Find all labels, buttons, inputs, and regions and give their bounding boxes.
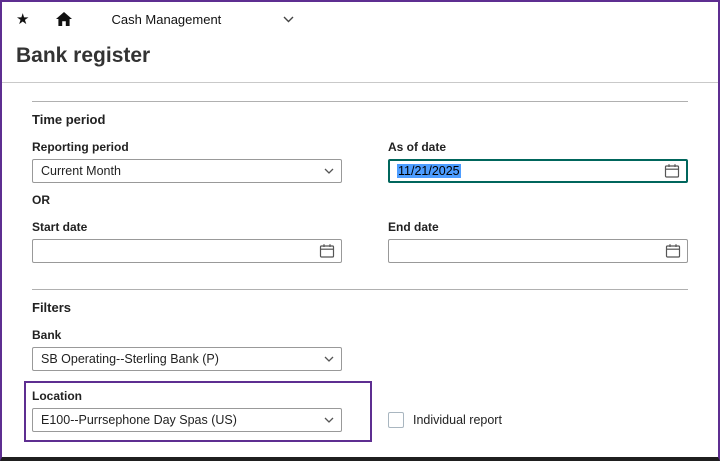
end-date-field: End date bbox=[388, 207, 688, 263]
application-menu-label: Cash Management bbox=[111, 12, 221, 27]
location-value: E100--Purrsephone Day Spas (US) bbox=[41, 413, 237, 427]
bank-select[interactable]: SB Operating--Sterling Bank (P) bbox=[32, 347, 342, 371]
calendar-icon[interactable] bbox=[664, 163, 680, 179]
individual-report-field: Individual report bbox=[388, 412, 688, 442]
filters-heading: Filters bbox=[32, 300, 688, 315]
start-date-field: Start date bbox=[32, 207, 342, 263]
section-divider bbox=[32, 289, 688, 290]
end-date-label: End date bbox=[388, 220, 688, 234]
app-window: ★ Cash Management Bank register Time per… bbox=[0, 0, 720, 461]
end-date-input[interactable] bbox=[388, 239, 688, 263]
home-icon[interactable] bbox=[55, 11, 73, 27]
favorite-star-icon[interactable]: ★ bbox=[16, 12, 29, 27]
bank-label: Bank bbox=[32, 328, 342, 342]
location-select[interactable]: E100--Purrsephone Day Spas (US) bbox=[32, 408, 342, 432]
or-label: OR bbox=[32, 193, 688, 207]
time-period-section: Time period Reporting period Current Mon… bbox=[32, 101, 688, 263]
page-title: Bank register bbox=[16, 44, 718, 68]
location-highlight-box: Location E100--Purrsephone Day Spas (US) bbox=[24, 381, 372, 442]
reporting-period-select[interactable]: Current Month bbox=[32, 159, 342, 183]
bank-value: SB Operating--Sterling Bank (P) bbox=[41, 352, 219, 366]
application-menu[interactable]: Cash Management bbox=[111, 12, 294, 27]
individual-report-label: Individual report bbox=[413, 413, 502, 427]
as-of-date-label: As of date bbox=[388, 140, 688, 154]
calendar-icon[interactable] bbox=[319, 243, 335, 259]
start-date-label: Start date bbox=[32, 220, 342, 234]
as-of-date-value: 11/21/2025 bbox=[397, 164, 461, 178]
top-bar: ★ Cash Management bbox=[2, 2, 718, 36]
reporting-period-label: Reporting period bbox=[32, 140, 342, 154]
reporting-period-value: Current Month bbox=[41, 164, 121, 178]
as-of-date-input[interactable]: 11/21/2025 bbox=[388, 159, 688, 183]
location-label: Location bbox=[32, 389, 342, 403]
filters-section: Filters Bank SB Operating--Sterling Bank… bbox=[32, 289, 688, 442]
as-of-date-field: As of date 11/21/2025 bbox=[388, 127, 688, 183]
individual-report-checkbox[interactable] bbox=[388, 412, 404, 428]
bank-field: Bank SB Operating--Sterling Bank (P) bbox=[32, 315, 342, 371]
chevron-down-icon bbox=[283, 16, 294, 23]
section-divider bbox=[32, 101, 688, 102]
chevron-down-icon bbox=[324, 168, 334, 174]
chevron-down-icon bbox=[324, 356, 334, 362]
chevron-down-icon bbox=[324, 417, 334, 423]
reporting-period-field: Reporting period Current Month bbox=[32, 127, 342, 183]
calendar-icon[interactable] bbox=[665, 243, 681, 259]
title-divider bbox=[2, 82, 718, 83]
time-period-heading: Time period bbox=[32, 112, 688, 127]
start-date-input[interactable] bbox=[32, 239, 342, 263]
